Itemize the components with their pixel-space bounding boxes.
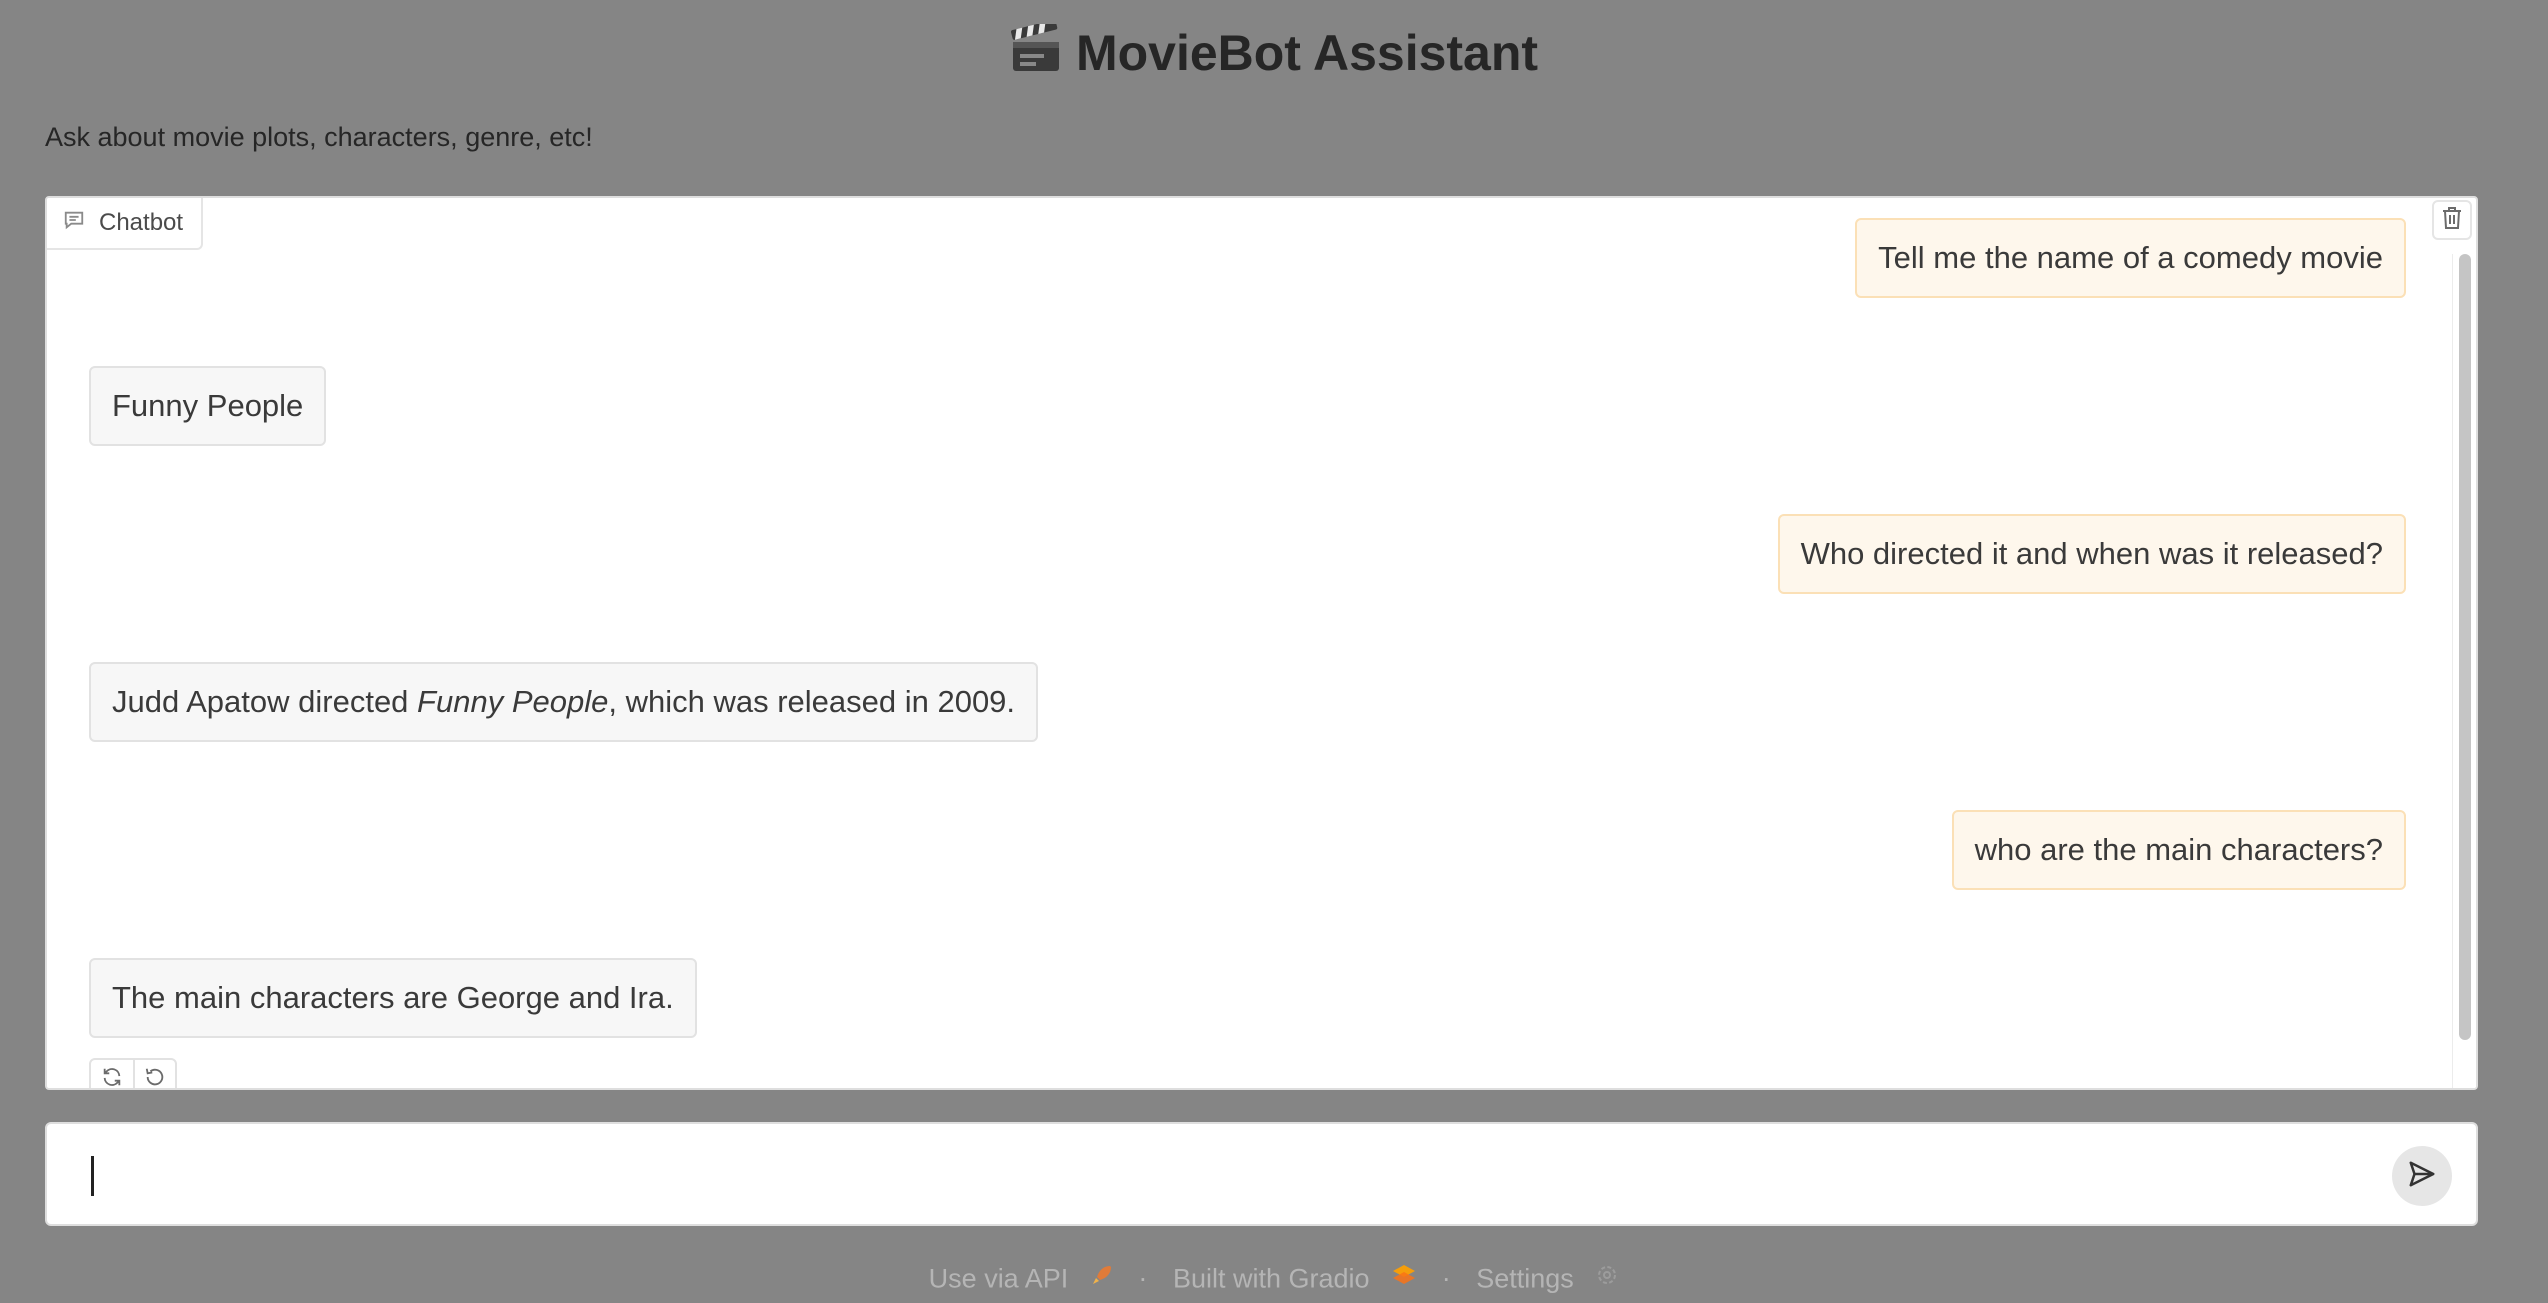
chat-scrollbar[interactable] <box>2452 254 2476 1088</box>
refresh-icon <box>101 1066 123 1089</box>
bot-message: Funny People <box>89 366 327 446</box>
footer-separator: · <box>1138 1263 1148 1294</box>
user-message: who are the main characters? <box>1951 810 2406 890</box>
chatbot-label-text: Chatbot <box>99 209 184 236</box>
footer-separator: · <box>1441 1263 1451 1294</box>
chatbot-panel: Chatbot Tell me the name of a comedy mov… <box>45 196 2478 1090</box>
page-description: Ask about movie plots, characters, genre… <box>45 122 593 152</box>
movie-title-italic: Funny People <box>417 684 609 719</box>
text-caret <box>91 1156 94 1196</box>
gear-icon <box>1595 1266 1619 1293</box>
settings-link[interactable]: Settings <box>1476 1263 1574 1293</box>
retry-button[interactable] <box>91 1060 133 1089</box>
undo-icon <box>144 1066 166 1089</box>
scrollbar-thumb[interactable] <box>2459 254 2471 1040</box>
footer: Use via API · Built with Gradio · Settin… <box>0 1262 2548 1294</box>
message-text: , which was released in 2009. <box>608 684 1016 719</box>
page-title-text: MovieBot Assistant <box>1075 25 1539 81</box>
message-input-box <box>45 1122 2478 1226</box>
built-with-gradio-link[interactable]: Built with Gradio <box>1173 1263 1370 1293</box>
message-actions <box>89 1058 177 1089</box>
send-button[interactable] <box>2392 1146 2452 1206</box>
rocket-icon <box>1090 1266 1121 1293</box>
message-text: Judd Apatow directed <box>112 684 418 719</box>
send-icon <box>2407 1159 2437 1194</box>
chatbot-label: Chatbot <box>47 198 204 250</box>
bot-message: The main characters are George and Ira. <box>89 958 697 1038</box>
clapperboard-icon <box>1010 19 1062 92</box>
clear-chat-button[interactable] <box>2432 200 2472 240</box>
bot-message: Judd Apatow directed Funny People, which… <box>89 662 1039 742</box>
gradio-logo-icon <box>1391 1265 1424 1293</box>
message-input[interactable] <box>87 1146 2387 1202</box>
user-message: Who directed it and when was it released… <box>1777 514 2406 594</box>
user-message: Tell me the name of a comedy movie <box>1855 218 2406 298</box>
undo-button[interactable] <box>133 1060 175 1089</box>
trash-icon <box>2441 206 2463 235</box>
use-via-api-link[interactable]: Use via API <box>929 1263 1069 1293</box>
page-title: MovieBot Assistant <box>0 18 2548 92</box>
chat-bubble-icon <box>63 209 85 238</box>
